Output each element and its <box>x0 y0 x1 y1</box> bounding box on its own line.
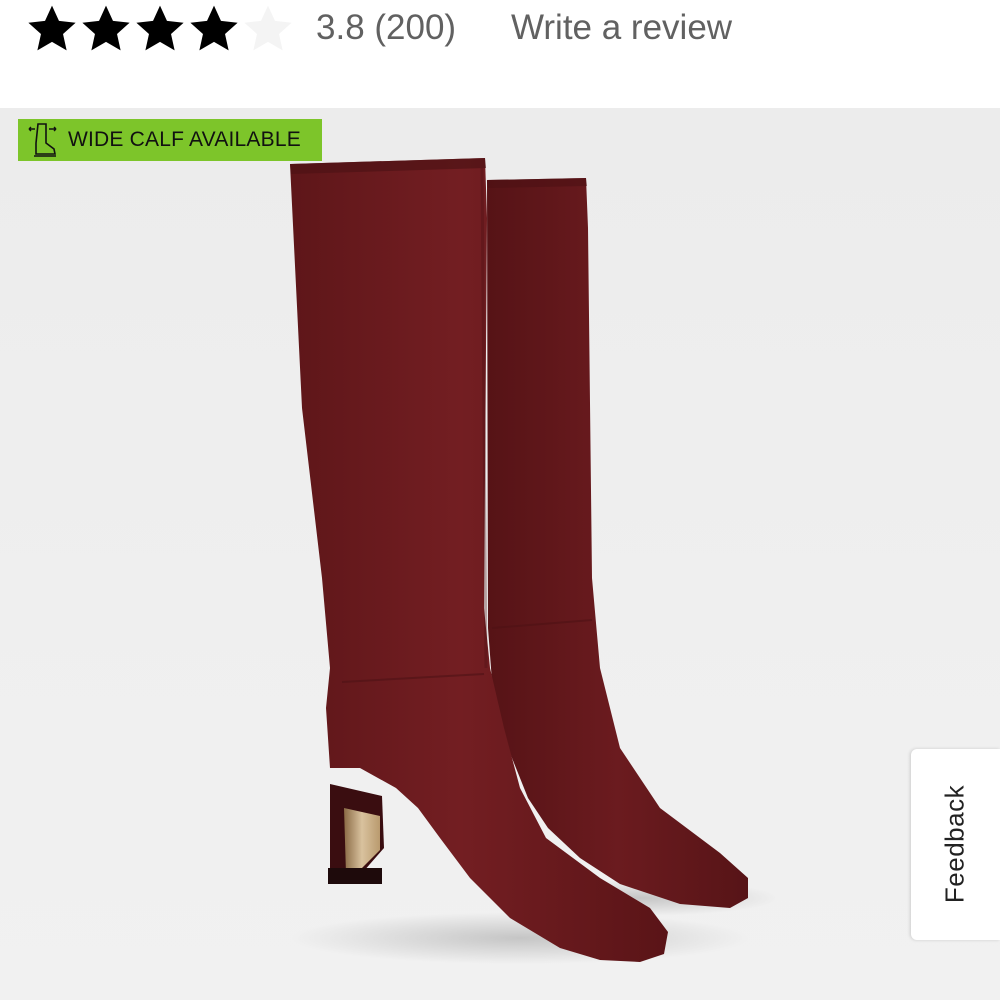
star-icon <box>136 5 184 51</box>
wide-calf-badge: WIDE CALF AVAILABLE <box>18 119 322 161</box>
badge-label: WIDE CALF AVAILABLE <box>68 128 301 151</box>
rating-summary: 3.8 (200) <box>316 8 457 47</box>
star-icon <box>190 5 238 51</box>
star-rating[interactable] <box>25 2 295 56</box>
product-image[interactable]: WIDE CALF AVAILABLE <box>0 108 1000 1000</box>
product-page: 3.8 (200) Write a review WIDE CALF AVAIL… <box>0 0 1000 1000</box>
rating-bar: 3.8 (200) Write a review <box>0 0 1000 60</box>
feedback-button[interactable]: Feedback <box>911 749 1000 940</box>
star-empty-icon <box>244 5 292 51</box>
boot-icon <box>28 123 57 157</box>
star-icon <box>82 5 130 51</box>
feedback-label: Feedback <box>939 784 970 904</box>
boots-image <box>290 158 780 964</box>
star-icon <box>28 5 76 51</box>
write-review-link[interactable]: Write a review <box>511 8 732 48</box>
